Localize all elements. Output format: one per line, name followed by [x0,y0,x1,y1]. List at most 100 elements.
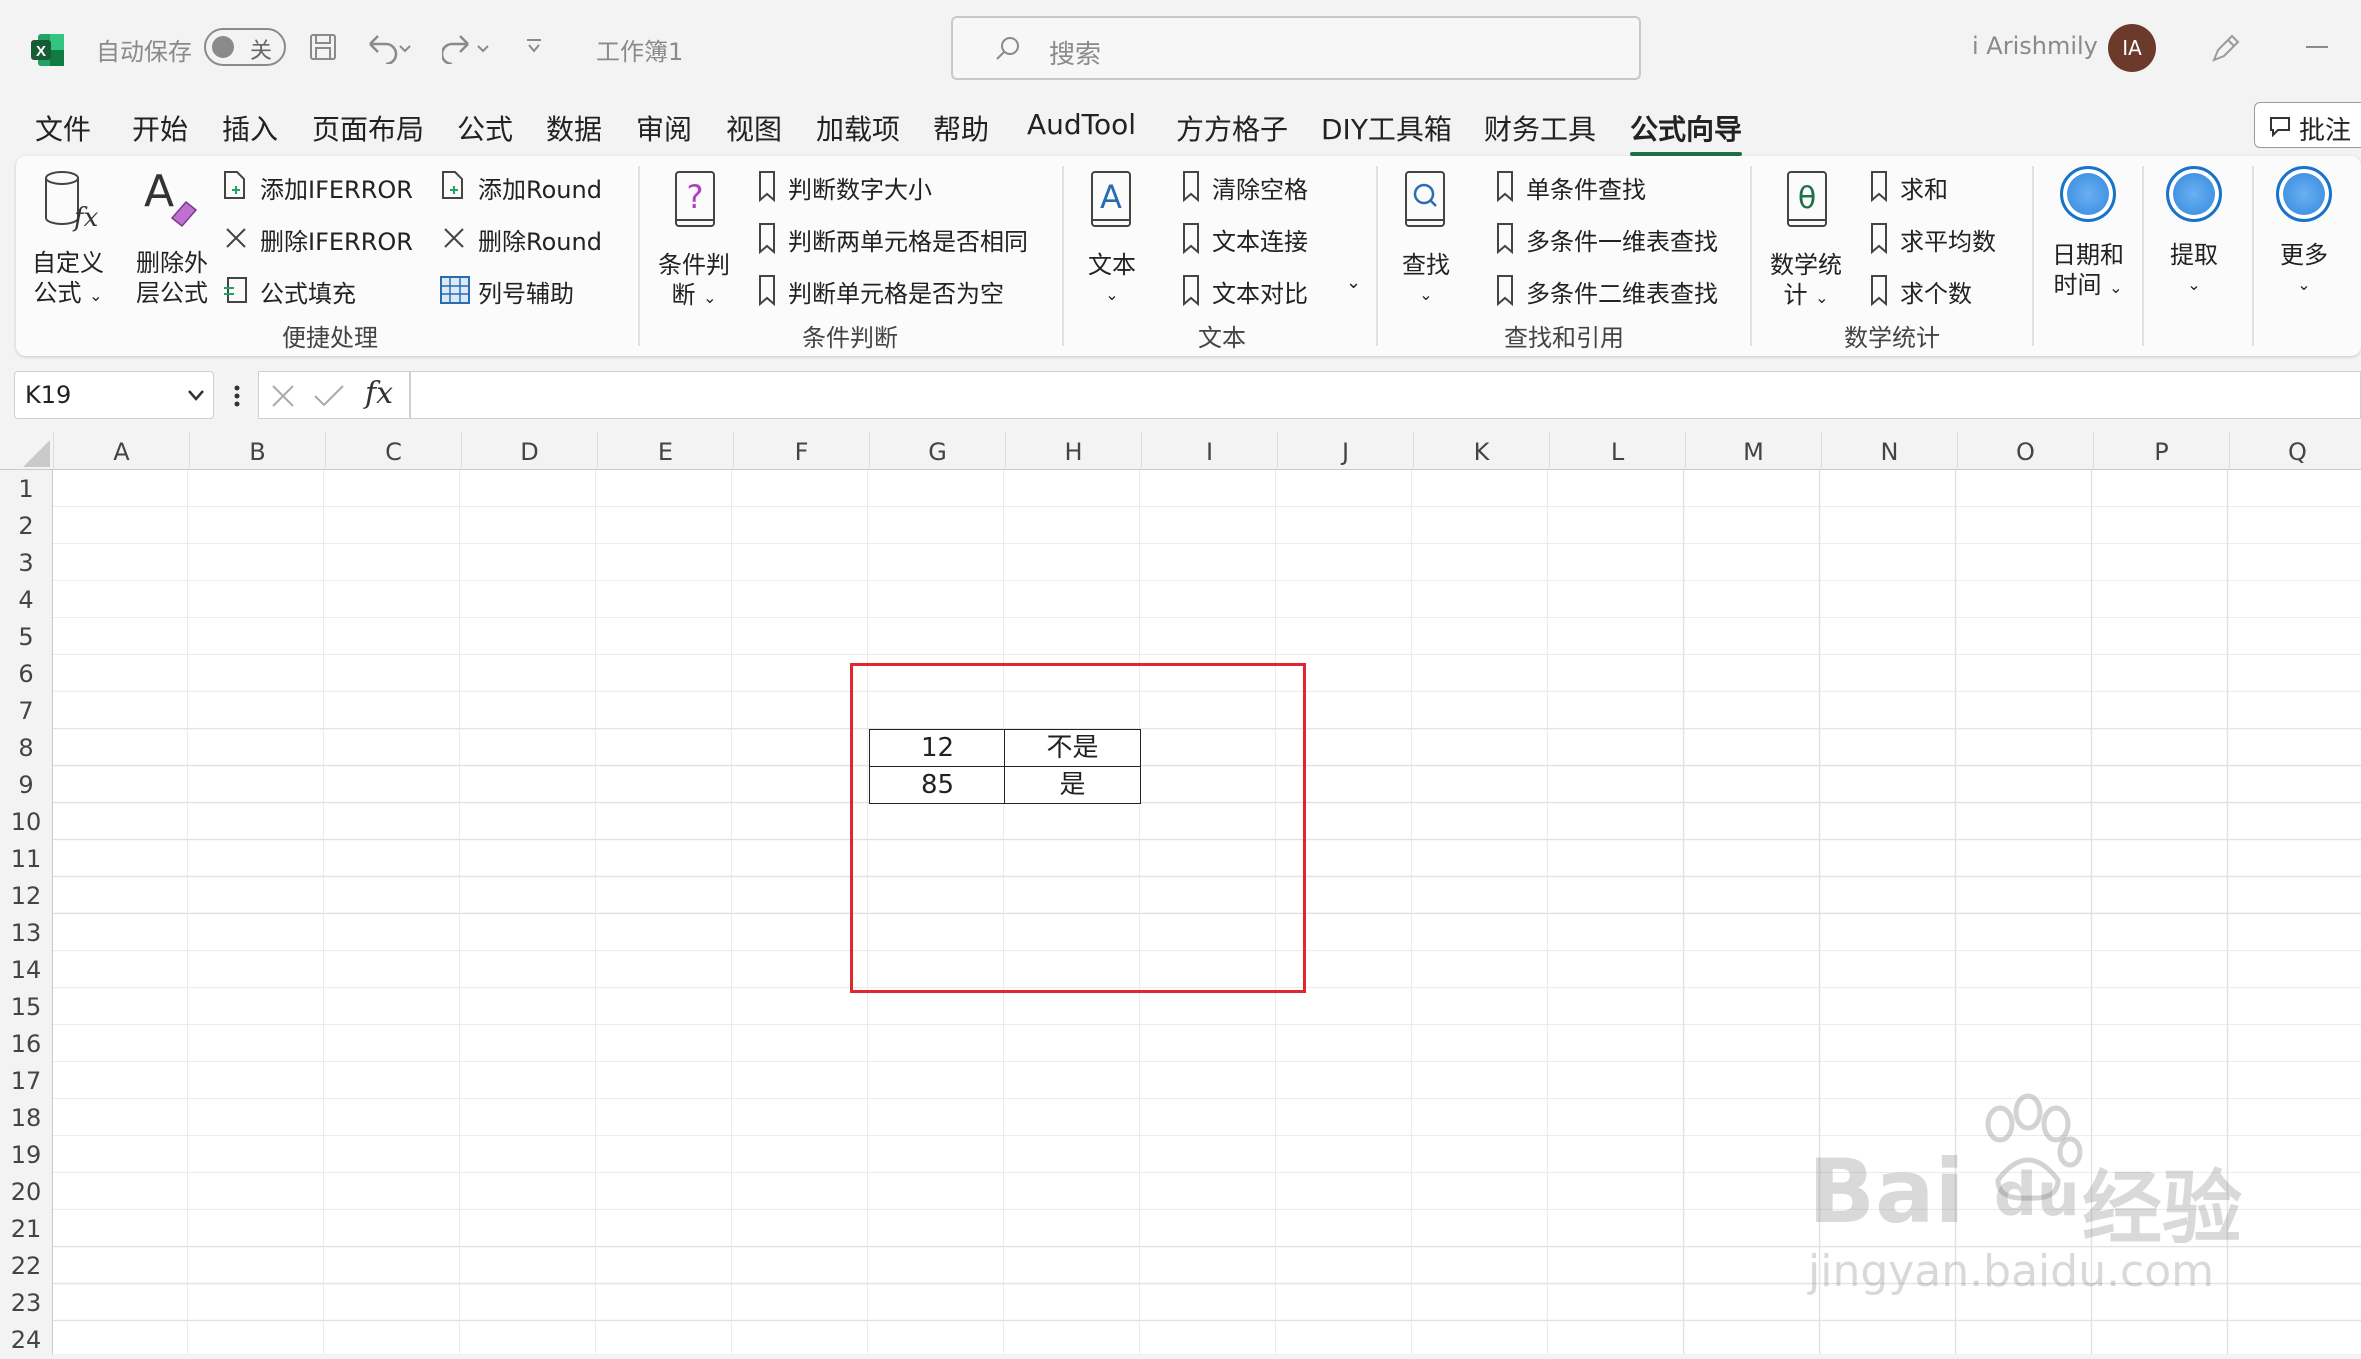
comment-button[interactable]: 批注 [2254,102,2361,148]
row-header-21[interactable]: 21 [0,1210,52,1247]
extract-button[interactable]: 提取 ⌄ [2156,166,2232,306]
row-header-22[interactable]: 22 [0,1247,52,1284]
tab-file[interactable]: 文件 [35,108,91,148]
row-header-7[interactable]: 7 [0,692,52,729]
column-header-P[interactable]: P [2093,432,2229,470]
row-header-16[interactable]: 16 [0,1025,52,1062]
delete-iferror-button[interactable]: 删除IFERROR [222,220,442,256]
row-header-18[interactable]: 18 [0,1099,52,1136]
tab-review[interactable]: 审阅 [636,108,692,148]
sum-button[interactable]: 求和 [1866,168,2026,204]
avatar[interactable]: IA [2108,24,2156,72]
tab-formula-wizard[interactable]: 公式向导 [1630,108,1743,156]
row-header-23[interactable]: 23 [0,1284,52,1321]
compare-numbers-button[interactable]: 判断数字大小 [754,168,1054,204]
column-header-G[interactable]: G [869,432,1005,470]
name-box[interactable]: K19 [14,371,214,419]
add-round-button[interactable]: 添加Round [440,168,640,204]
compare-cells-button[interactable]: 判断两单元格是否相同 [754,220,1054,256]
row-header-6[interactable]: 6 [0,655,52,692]
text-join-button[interactable]: 文本连接 [1178,220,1358,256]
delete-round-button[interactable]: 删除Round [440,220,640,256]
lookup-button[interactable]: 查找 ⌄ [1390,170,1462,310]
custom-formula-button[interactable]: fx 自定义 公式 ⌄ [32,168,104,308]
tab-fangfang[interactable]: 方方格子 [1176,108,1288,148]
tab-page-layout[interactable]: 页面布局 [312,108,424,148]
autosave-toggle[interactable]: 关 [204,28,286,66]
row-header-2[interactable]: 2 [0,507,52,544]
row-header-12[interactable]: 12 [0,877,52,914]
condition-button[interactable]: ? 条件判 断 ⌄ [656,170,738,310]
column-header-F[interactable]: F [733,432,869,470]
more-button[interactable]: 更多 ⌄ [2266,166,2342,306]
cell-H8[interactable]: 不是 [1004,729,1141,767]
text-compare-button[interactable]: 文本对比 ⌄ [1178,272,1368,308]
row-header-11[interactable]: 11 [0,840,52,877]
add-iferror-button[interactable]: 添加IFERROR [222,168,442,204]
row-header-15[interactable]: 15 [0,988,52,1025]
row-header-10[interactable]: 10 [0,803,52,840]
formula-fill-button[interactable]: 公式填充 [222,272,422,308]
pen-icon[interactable] [2208,30,2244,66]
tab-audtool[interactable]: AudTool [1027,108,1136,141]
tab-finance-tools[interactable]: 财务工具 [1484,108,1596,148]
user-name[interactable]: i Arishmily [1972,32,2098,60]
row-header-1[interactable]: 1 [0,470,52,507]
cancel-icon[interactable] [269,382,297,410]
text-button[interactable]: A 文本 ⌄ [1076,170,1148,310]
column-header-H[interactable]: H [1005,432,1141,470]
chevron-down-icon[interactable] [185,384,207,406]
row-header-20[interactable]: 20 [0,1173,52,1210]
row-header-24[interactable]: 24 [0,1321,52,1358]
row-header-13[interactable]: 13 [0,914,52,951]
clear-spaces-button[interactable]: 清除空格 [1178,168,1358,204]
column-header-I[interactable]: I [1141,432,1277,470]
row-header-5[interactable]: 5 [0,618,52,655]
tab-insert[interactable]: 插入 [222,108,278,148]
tab-formulas[interactable]: 公式 [457,108,513,148]
math-stats-button[interactable]: θ 数学统 计 ⌄ [1766,170,1850,310]
single-lookup-button[interactable]: 单条件查找 [1492,168,1752,204]
cell-H9[interactable]: 是 [1004,766,1141,804]
cell-G9[interactable]: 85 [869,766,1006,804]
search-box[interactable]: 搜索 [951,16,1641,80]
row-header-17[interactable]: 17 [0,1062,52,1099]
tab-addins[interactable]: 加载项 [816,108,900,148]
tab-diy-toolbox[interactable]: DIY工具箱 [1321,108,1452,148]
datetime-button[interactable]: 日期和 时间 ⌄ [2046,166,2130,306]
row-header-3[interactable]: 3 [0,544,52,581]
select-all-corner[interactable] [0,432,53,470]
multi-2d-lookup-button[interactable]: 多条件二维表查找 [1492,272,1752,308]
redo-icon[interactable] [440,30,492,66]
column-header-C[interactable]: C [325,432,461,470]
column-header-O[interactable]: O [1957,432,2093,470]
column-header-B[interactable]: B [189,432,325,470]
cell-G8[interactable]: 12 [869,729,1006,767]
tab-home[interactable]: 开始 [132,108,188,148]
undo-icon[interactable] [364,30,414,66]
column-helper-button[interactable]: 列号辅助 [440,272,640,308]
insert-function-icon[interactable]: fx [365,376,393,411]
average-button[interactable]: 求平均数 [1866,220,2026,256]
tab-view[interactable]: 视图 [726,108,782,148]
save-icon[interactable] [308,32,338,62]
row-header-8[interactable]: 8 [0,729,52,766]
row-header-9[interactable]: 9 [0,766,52,803]
more-options-icon[interactable] [232,382,242,410]
row-header-4[interactable]: 4 [0,581,52,618]
minimize-icon[interactable] [2306,46,2328,48]
row-header-19[interactable]: 19 [0,1136,52,1173]
tab-data[interactable]: 数据 [546,108,602,148]
column-header-A[interactable]: A [53,432,189,470]
column-header-E[interactable]: E [597,432,733,470]
column-header-K[interactable]: K [1413,432,1549,470]
check-empty-button[interactable]: 判断单元格是否为空 [754,272,1054,308]
multi-1d-lookup-button[interactable]: 多条件一维表查找 [1492,220,1752,256]
column-header-J[interactable]: J [1277,432,1413,470]
quick-access-dropdown-icon[interactable] [524,36,544,56]
confirm-icon[interactable] [313,382,345,410]
row-header-14[interactable]: 14 [0,951,52,988]
column-header-N[interactable]: N [1821,432,1957,470]
count-button[interactable]: 求个数 [1866,272,2026,308]
tab-help[interactable]: 帮助 [933,108,989,148]
